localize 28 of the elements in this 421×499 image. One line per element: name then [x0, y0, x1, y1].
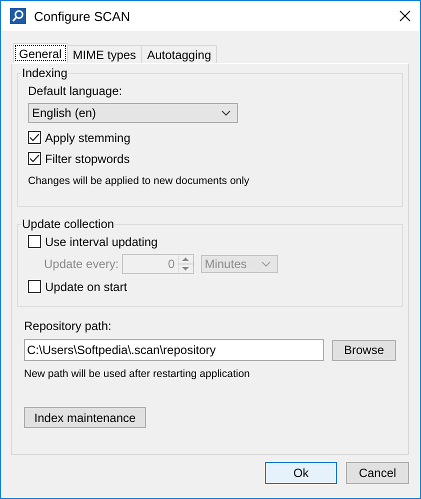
magnifier-icon: [10, 8, 26, 24]
chevron-down-icon: [221, 110, 231, 116]
field-label: Default language:: [28, 84, 124, 98]
group-title: Update collection: [21, 217, 116, 231]
info-text: Changes will be applied to new documents only: [28, 175, 250, 187]
spin-arrows-icon[interactable]: [178, 254, 193, 274]
chevron-down-icon: [260, 261, 271, 267]
window-title: Configure SCAN: [34, 8, 132, 24]
close-icon[interactable]: [399, 10, 411, 22]
checkbox[interactable]: Filter stopwords: [28, 148, 402, 169]
checkbox[interactable]: Apply stemming: [28, 127, 402, 148]
tab[interactable]: Autotagging: [141, 45, 218, 63]
field-label: Update every:: [44, 257, 119, 271]
tab[interactable]: General: [13, 43, 68, 63]
dialog-button[interactable]: Ok: [265, 462, 337, 484]
checkmark-icon: [29, 133, 40, 142]
path-field[interactable]: C:\Users\Softpedia\.scan\repository: [24, 339, 324, 361]
checkbox[interactable]: Use interval updating: [28, 231, 402, 252]
dialog-button[interactable]: Cancel: [346, 462, 409, 484]
checkmark-icon: [29, 154, 40, 163]
field-label: Repository path:: [24, 319, 112, 333]
language-dropdown[interactable]: English (en): [28, 103, 238, 123]
info-text: New path will be used after restarting application: [24, 368, 251, 380]
index-maintenance-button[interactable]: Index maintenance: [24, 407, 146, 428]
browse-button[interactable]: Browse: [332, 340, 396, 360]
checkbox[interactable]: Update on start: [28, 276, 402, 297]
tab[interactable]: MIME types: [66, 45, 142, 63]
group-title: Indexing: [21, 66, 68, 80]
